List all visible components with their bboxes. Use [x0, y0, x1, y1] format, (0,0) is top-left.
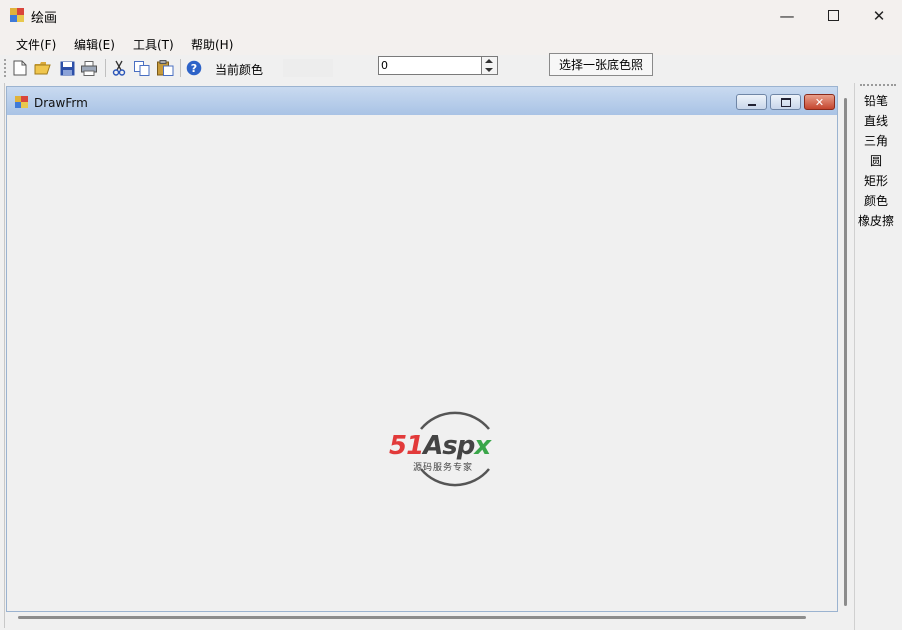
minimize-icon: —	[779, 6, 795, 25]
current-color-label: 当前颜色	[215, 63, 264, 77]
child-close-button[interactable]: ✕	[804, 94, 835, 110]
toolbar-separator	[105, 59, 106, 77]
window-title: 绘画	[31, 11, 58, 26]
watermark-tagline: 源码服务专家	[413, 463, 474, 473]
watermark-brand: 51Aspx	[389, 431, 491, 461]
tool-pencil[interactable]: 铅笔	[856, 92, 896, 109]
menu-help[interactable]: 帮助(H)	[191, 36, 233, 53]
print-icon[interactable]	[80, 59, 98, 77]
open-icon[interactable]	[34, 59, 52, 77]
child-app-icon	[15, 96, 28, 108]
close-icon: ✕	[872, 6, 886, 25]
number-spinner[interactable]	[482, 56, 498, 75]
child-restore-button[interactable]	[770, 94, 801, 110]
maximize-button[interactable]	[810, 0, 856, 31]
watermark-brand-green: x	[474, 431, 491, 461]
current-color-swatch[interactable]	[283, 59, 333, 77]
number-input[interactable]	[378, 56, 482, 75]
copy-icon[interactable]	[133, 59, 151, 77]
child-minimize-button[interactable]	[736, 94, 767, 110]
save-icon[interactable]	[58, 59, 76, 77]
minimize-icon	[747, 103, 756, 106]
app-icon	[10, 8, 24, 22]
child-title-bar[interactable]: DrawFrm ✕	[7, 87, 837, 115]
minimize-button[interactable]: —	[764, 0, 810, 31]
watermark-brand-red: 51	[389, 431, 424, 461]
menu-edit[interactable]: 编辑(E)	[74, 36, 115, 53]
close-button[interactable]: ✕	[856, 0, 902, 31]
toolstrip-grip[interactable]	[860, 84, 896, 88]
child-title: DrawFrm	[34, 96, 88, 110]
cut-icon[interactable]	[110, 59, 128, 77]
watermark-brand-dark: Asp	[423, 431, 475, 461]
tool-triangle[interactable]: 三角	[856, 132, 896, 149]
help-icon[interactable]: ?	[185, 59, 203, 77]
svg-text:?: ?	[191, 62, 197, 75]
vertical-scrollbar[interactable]	[844, 98, 847, 606]
tool-line[interactable]: 直线	[856, 112, 896, 129]
toolbar-separator	[180, 59, 181, 77]
horizontal-scrollbar[interactable]	[18, 616, 806, 619]
choose-background-button[interactable]: 选择一张底色照	[549, 53, 653, 76]
close-icon: ✕	[814, 95, 825, 109]
new-icon[interactable]	[11, 59, 29, 77]
menu-file[interactable]: 文件(F)	[16, 36, 56, 53]
tool-circle[interactable]: 圆	[856, 152, 896, 169]
spin-down-icon[interactable]	[485, 68, 493, 72]
paste-icon[interactable]	[156, 59, 174, 77]
tool-eraser[interactable]: 橡皮擦	[856, 212, 896, 229]
child-window: DrawFrm ✕ 51Aspx 源码服务专家	[6, 86, 838, 612]
tool-color[interactable]: 颜色	[856, 192, 896, 209]
tool-rectangle[interactable]: 矩形	[856, 172, 896, 189]
toolbar-grip[interactable]	[4, 59, 8, 77]
maximize-icon	[827, 10, 839, 21]
restore-icon	[780, 97, 791, 107]
spin-up-icon[interactable]	[485, 59, 493, 63]
menu-tools[interactable]: 工具(T)	[133, 36, 174, 53]
